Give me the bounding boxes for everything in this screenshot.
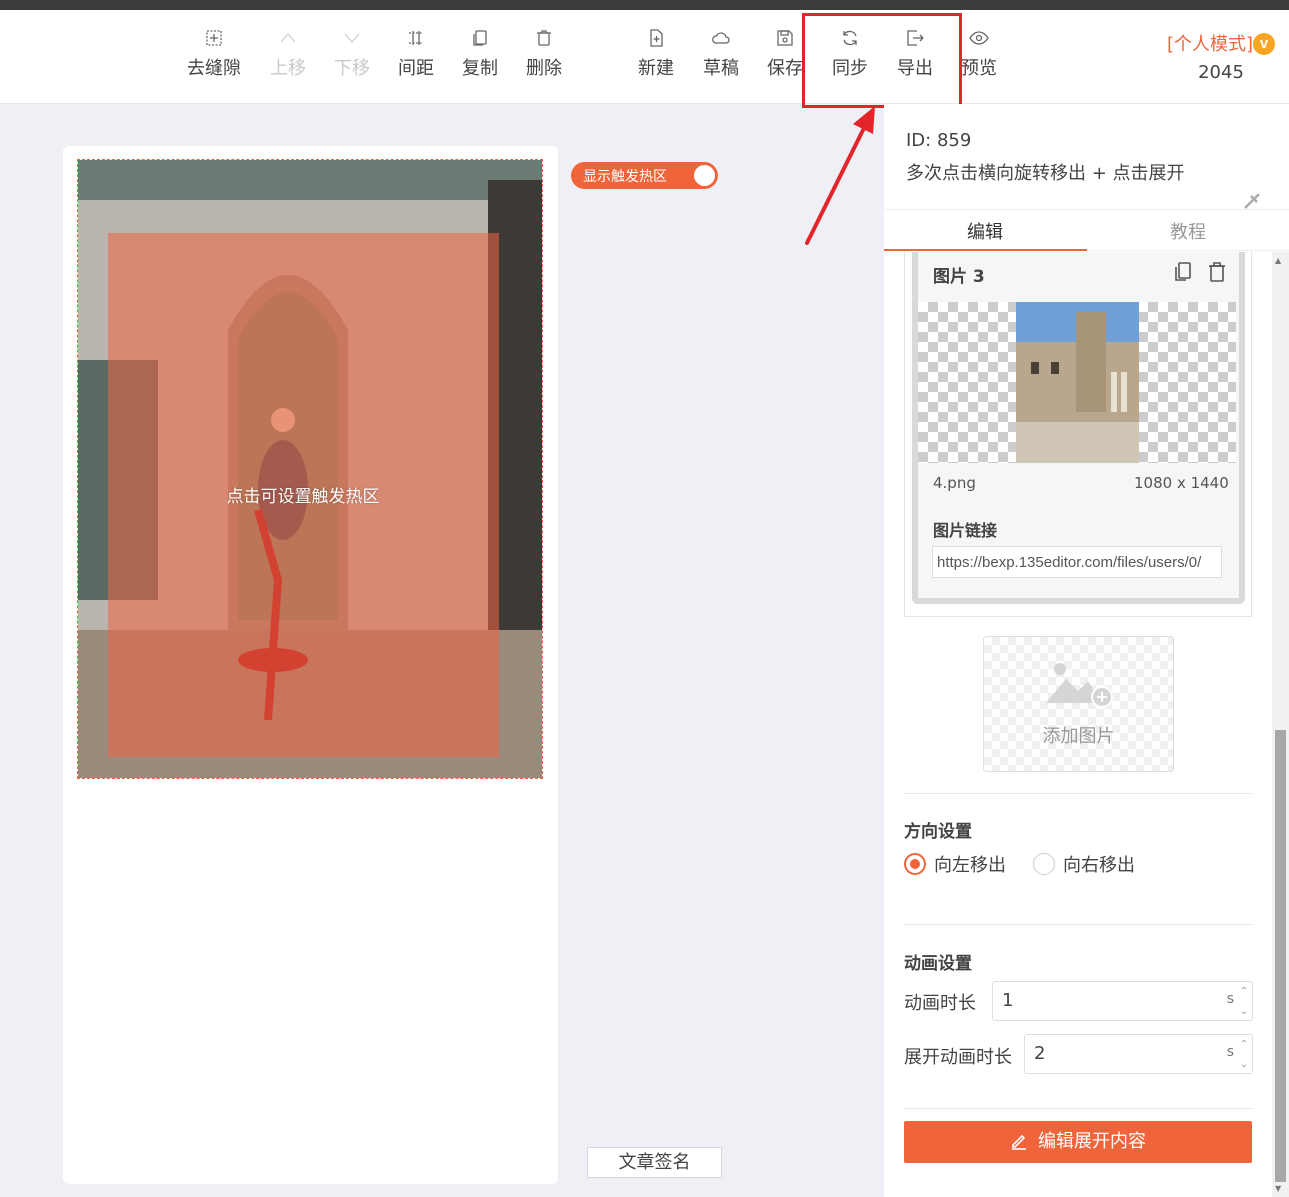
- export-icon: [907, 30, 924, 46]
- mode-label: [个人模式]: [1166, 34, 1254, 55]
- trash-icon: [537, 30, 551, 46]
- hotspot-hint: 点击可设置触发热区: [226, 487, 380, 507]
- spin-up-icon[interactable]: ⌃: [1238, 984, 1250, 1000]
- template-name: 多次点击横向旋转移出 + 点击展开: [906, 163, 1185, 184]
- edit-expand-content-label: 编辑展开内容: [1038, 1131, 1146, 1152]
- duration-label: 动画时长: [904, 993, 976, 1014]
- image-link-input[interactable]: [932, 546, 1222, 578]
- radio-move-right[interactable]: 向右移出: [1033, 851, 1135, 877]
- divider: [904, 1108, 1252, 1109]
- copy-button[interactable]: 复制: [447, 28, 513, 80]
- move-up-button[interactable]: 上移: [255, 28, 321, 80]
- sync-icon: [843, 30, 857, 46]
- tools-icon[interactable]: [1243, 194, 1261, 210]
- spin-down-icon[interactable]: ⌄: [1238, 1004, 1250, 1020]
- edit-expand-content-button[interactable]: 编辑展开内容: [904, 1121, 1252, 1163]
- scroll-down-icon[interactable]: ▼: [1275, 1184, 1281, 1193]
- duration-input[interactable]: 1 s ⌃ ⌄: [992, 981, 1253, 1021]
- direction-title: 方向设置: [904, 822, 972, 842]
- scrollbar-thumb[interactable]: [1275, 730, 1286, 1182]
- add-image-label: 添加图片: [1042, 726, 1115, 747]
- toggle-knob: [694, 165, 715, 186]
- remove-gap-label: 去缝隙: [187, 58, 241, 79]
- image-card-title: 图片 3: [933, 267, 985, 287]
- radio-move-left-label: 向左移出: [934, 855, 1006, 876]
- preview-button[interactable]: 预览: [946, 28, 1012, 80]
- toolbar: 去缝隙 上移 下移 间距 复制 删除 新建 草稿 保存 同步 导出 预览 [个人…: [0, 10, 1289, 104]
- tab-edit[interactable]: 编辑: [884, 218, 1086, 244]
- divider: [904, 793, 1252, 794]
- sync-label: 同步: [832, 58, 868, 79]
- save-button[interactable]: 保存: [752, 28, 818, 80]
- expand-duration-value: 2: [1034, 1043, 1046, 1064]
- radio-move-left[interactable]: 向左移出: [904, 851, 1006, 877]
- draft-label: 草稿: [703, 58, 739, 79]
- grid-dots-icon: [206, 30, 222, 46]
- image-link-label: 图片链接: [933, 521, 998, 540]
- show-hotspot-label: 显示触发热区: [583, 169, 667, 185]
- tab-tutorial[interactable]: 教程: [1087, 218, 1289, 244]
- mode-number: 2045: [1198, 62, 1244, 83]
- eye-icon: [969, 31, 989, 45]
- save-label: 保存: [767, 58, 803, 79]
- new-file-icon: [650, 29, 663, 47]
- spacing-button[interactable]: 间距: [383, 28, 449, 80]
- expand-duration-input[interactable]: 2 s ⌃ ⌄: [1024, 1034, 1253, 1074]
- add-image-button[interactable]: 添加图片: [983, 636, 1174, 772]
- sync-button[interactable]: 同步: [817, 28, 883, 80]
- cloud-icon: [712, 32, 730, 44]
- save-icon: [777, 30, 793, 46]
- pencil-icon: [1012, 1134, 1026, 1150]
- panel-tabs: 编辑 教程: [884, 209, 1289, 251]
- active-tab-indicator: [884, 249, 1087, 251]
- template-id: ID: 859: [906, 130, 972, 151]
- radio-move-right-label: 向右移出: [1063, 855, 1135, 876]
- add-image-icon: [1046, 663, 1113, 708]
- chevron-down-icon: [344, 33, 360, 43]
- export-label: 导出: [897, 58, 933, 79]
- delete-label: 删除: [526, 58, 562, 79]
- preview-label: 预览: [961, 58, 997, 79]
- duration-unit: s: [1226, 991, 1234, 1007]
- annotation-arrow-icon: [805, 106, 875, 245]
- export-button[interactable]: 导出: [882, 28, 948, 80]
- image-file-name: 4.png: [933, 474, 976, 492]
- draft-button[interactable]: 草稿: [688, 28, 754, 80]
- chevron-up-icon: [280, 33, 296, 43]
- copy-label: 复制: [462, 58, 498, 79]
- move-down-button[interactable]: 下移: [319, 28, 385, 80]
- radio-selected-icon: [904, 853, 926, 875]
- window-top-strip: [0, 0, 1289, 10]
- radio-unselected-icon: [1033, 853, 1055, 875]
- move-down-label: 下移: [334, 58, 370, 79]
- move-up-label: 上移: [270, 58, 306, 79]
- spacing-icon: [409, 31, 423, 45]
- divider: [904, 924, 1252, 925]
- animation-title: 动画设置: [904, 954, 972, 974]
- show-hotspot-toggle[interactable]: 显示触发热区: [571, 162, 718, 189]
- new-button[interactable]: 新建: [623, 28, 689, 80]
- article-signature-button[interactable]: 文章签名: [587, 1147, 722, 1178]
- expand-duration-unit: s: [1226, 1044, 1234, 1060]
- spacing-label: 间距: [398, 58, 434, 79]
- remove-gap-button[interactable]: 去缝隙: [181, 28, 247, 80]
- new-label: 新建: [638, 58, 674, 79]
- delete-image-icon[interactable]: [1207, 261, 1227, 283]
- delete-button[interactable]: 删除: [511, 28, 577, 80]
- scroll-up-icon[interactable]: ▲: [1275, 256, 1281, 265]
- duration-value: 1: [1002, 990, 1014, 1011]
- copy-image-icon[interactable]: [1173, 261, 1193, 283]
- copy-icon: [473, 30, 487, 46]
- spin-down-icon[interactable]: ⌄: [1238, 1057, 1250, 1073]
- image-thumbnail[interactable]: [1016, 302, 1139, 463]
- expand-duration-label: 展开动画时长: [904, 1047, 1012, 1068]
- image-dimensions: 1080 x 1440: [1134, 474, 1229, 492]
- personal-mode[interactable]: [个人模式] v 2045: [1166, 30, 1276, 83]
- vip-badge-icon: v: [1253, 33, 1276, 55]
- spin-up-icon[interactable]: ⌃: [1238, 1037, 1250, 1053]
